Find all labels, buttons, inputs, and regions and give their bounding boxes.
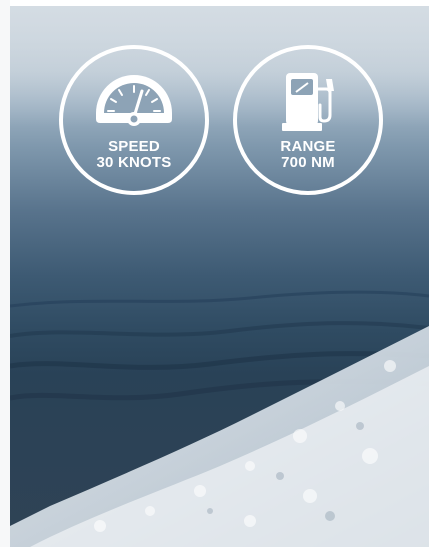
hero-frame: SPEED 30 KNOTS RANGE 700 NM [0,0,429,547]
range-badge-text: RANGE 700 NM [280,139,335,171]
fuel-pump-icon [266,71,350,135]
range-value: 700 NM [281,154,335,171]
range-badge: RANGE 700 NM [233,45,383,195]
speedometer-icon [92,71,176,135]
speed-badge: SPEED 30 KNOTS [59,45,209,195]
speed-badge-text: SPEED 30 KNOTS [97,139,172,171]
speed-title: SPEED [108,138,160,155]
range-title: RANGE [280,138,336,155]
left-margin-strip [0,0,10,547]
speed-value: 30 KNOTS [96,154,172,171]
